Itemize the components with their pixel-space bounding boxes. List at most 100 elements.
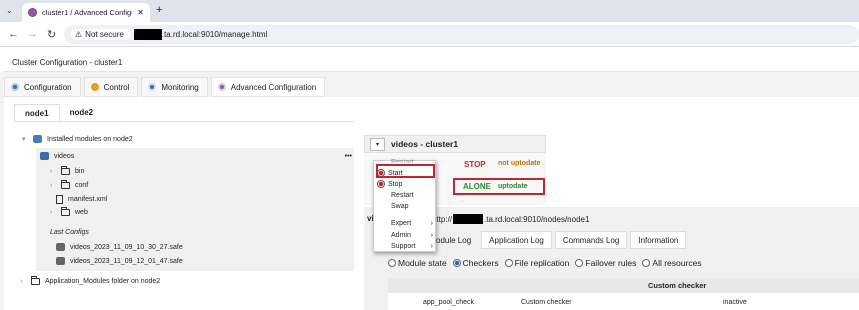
tree-root[interactable]: ▾ Installed modules on node2	[22, 135, 133, 143]
module-label: videos	[54, 152, 75, 160]
tree-item-videos[interactable]: videos •••	[40, 152, 352, 160]
radio-circle-icon	[575, 259, 584, 267]
control-icon	[90, 83, 99, 91]
close-tab-icon[interactable]: ✕	[137, 8, 144, 17]
tab-node1[interactable]: node1	[14, 104, 60, 122]
advanced-configuration-icon	[217, 83, 226, 91]
tab-information[interactable]: Information	[630, 231, 687, 249]
radio-circle-icon	[388, 259, 396, 267]
reload-icon[interactable]: ↻	[47, 28, 56, 41]
tab-commands-log[interactable]: Commands Log	[554, 231, 628, 249]
warning-icon: ⚠	[75, 30, 83, 39]
page-title-text: Cluster Configuration - cluster1	[12, 57, 123, 67]
tree-item-bin[interactable]: › bin	[50, 166, 85, 175]
chevron-right-icon: ›	[50, 209, 53, 216]
chevron-right-icon: ›	[430, 220, 433, 227]
radio-label: Checkers	[462, 258, 499, 268]
radio-checkers[interactable]: Checkers	[452, 258, 499, 268]
checker-name: app_pool_check	[423, 299, 474, 306]
more-options-icon[interactable]: •••	[345, 153, 352, 160]
tab-title: cluster1 / Advanced Configura	[42, 8, 133, 17]
table-header: Custom checker	[388, 278, 859, 293]
forward-icon[interactable]: →	[27, 28, 38, 40]
tab-advanced-configuration[interactable]: Advanced Configuration	[210, 77, 326, 97]
new-tab-button[interactable]: +	[156, 4, 162, 16]
configuration-icon	[11, 83, 19, 91]
main-tabs: Configuration Control Monitoring Advance…	[4, 77, 326, 97]
radio-all-resources[interactable]: All resources	[642, 258, 702, 268]
tab-label: Configuration	[24, 82, 72, 92]
menu-label: Admin	[391, 232, 411, 239]
redacted-host	[453, 214, 484, 224]
resource-filter: Module state Checkers File replication F…	[388, 258, 702, 268]
tab-label: Control	[103, 82, 130, 92]
tree-root-label: Installed modules on node2	[47, 135, 133, 143]
node-url[interactable]: http:// .ta.rd.local:9010/nodes/node1	[432, 214, 589, 224]
checker-status: inactive	[723, 299, 747, 306]
radio-label: All resources	[652, 258, 702, 268]
tab-configuration[interactable]: Configuration	[4, 77, 81, 97]
security-chip[interactable]: ⚠ Not secure	[71, 29, 130, 40]
config-label: videos_2023_11_09_10_30_27.safe	[70, 243, 183, 251]
divider	[14, 121, 354, 122]
radio-circle-icon	[642, 259, 651, 267]
column-header: Custom checker	[648, 281, 707, 290]
tree-item-label: bin	[75, 168, 85, 175]
config-label: videos_2023_11_09_12_01_47.safe	[70, 257, 183, 265]
radio-failover-rules[interactable]: Failover rules	[575, 258, 636, 268]
browser-tab[interactable]: cluster1 / Advanced Configura ✕	[22, 3, 150, 22]
tab-control[interactable]: Control	[83, 77, 139, 97]
tree-item-manifest[interactable]: manifest.xml	[56, 195, 107, 204]
tab-label: Monitoring	[161, 82, 199, 92]
highlight-box	[376, 164, 435, 178]
menu-item-restart[interactable]: Restart	[391, 192, 447, 199]
folder-icon	[61, 207, 70, 216]
config-item[interactable]: videos_2023_11_09_10_30_27.safe	[56, 243, 183, 251]
folder-icon	[61, 180, 70, 189]
chevron-right-icon: ›	[20, 278, 23, 285]
menu-item-stop[interactable]: Stop	[377, 180, 433, 188]
tree-item-app-modules[interactable]: › Application_Modules folder on node2	[20, 276, 161, 285]
tree-item-label: Application_Modules folder on node2	[45, 278, 161, 285]
tab-list-chevron-icon[interactable]: ⌄	[6, 6, 13, 15]
menu-label: Stop	[388, 180, 403, 188]
log-tabs: odule Log Application Log Commands Log I…	[420, 231, 687, 249]
tab-application-log[interactable]: Application Log	[481, 231, 552, 249]
tree-item-web[interactable]: › web	[50, 207, 88, 216]
node-tabs: node1 node2	[14, 104, 103, 122]
menu-label: Support	[391, 243, 416, 250]
installed-modules-icon	[33, 135, 42, 143]
page-title: Cluster Configuration - cluster1	[4, 53, 859, 72]
module-panel-title: videos - cluster1	[391, 139, 459, 149]
menu-label: Expert	[391, 220, 412, 227]
menu-item-admin[interactable]: Admin ›	[391, 232, 433, 239]
url-text: .ta.rd.local:9010/manage.html	[161, 30, 268, 39]
tree-item-conf[interactable]: › conf	[50, 180, 88, 189]
monitoring-icon	[148, 83, 157, 91]
node2-status: uptodate	[498, 183, 528, 190]
tab-label: Advanced Configuration	[230, 82, 317, 92]
node1-state: STOP	[464, 160, 486, 169]
redacted-host	[133, 29, 162, 40]
chevron-right-icon: ›	[430, 243, 433, 250]
address-bar[interactable]: ⚠ Not secure .ta.rd.local:9010/manage.ht…	[64, 25, 859, 44]
radio-file-replication[interactable]: File replication	[504, 258, 570, 268]
tree-item-label: web	[75, 209, 88, 216]
menu-item-swap[interactable]: Swap	[391, 203, 447, 210]
module-panel-header: ▾ videos - cluster1	[364, 135, 546, 153]
radio-label: File replication	[514, 258, 570, 268]
back-icon[interactable]: ←	[8, 28, 19, 40]
menu-item-expert[interactable]: Expert ›	[391, 220, 433, 227]
radio-circle-icon	[504, 259, 513, 267]
config-file-icon	[56, 257, 65, 265]
config-item[interactable]: videos_2023_11_09_12_01_47.safe	[56, 257, 183, 265]
menu-item-support[interactable]: Support ›	[391, 243, 433, 250]
module-actions-dropdown[interactable]: ▾	[370, 137, 385, 151]
tab-node2[interactable]: node2	[60, 104, 104, 122]
tree-item-label: manifest.xml	[68, 196, 108, 203]
chevron-down-icon: ▾	[22, 136, 26, 143]
tab-monitoring[interactable]: Monitoring	[141, 77, 208, 97]
module-icon	[40, 152, 49, 160]
chevron-right-icon: ›	[50, 168, 53, 175]
radio-module-state[interactable]: Module state	[388, 258, 447, 268]
